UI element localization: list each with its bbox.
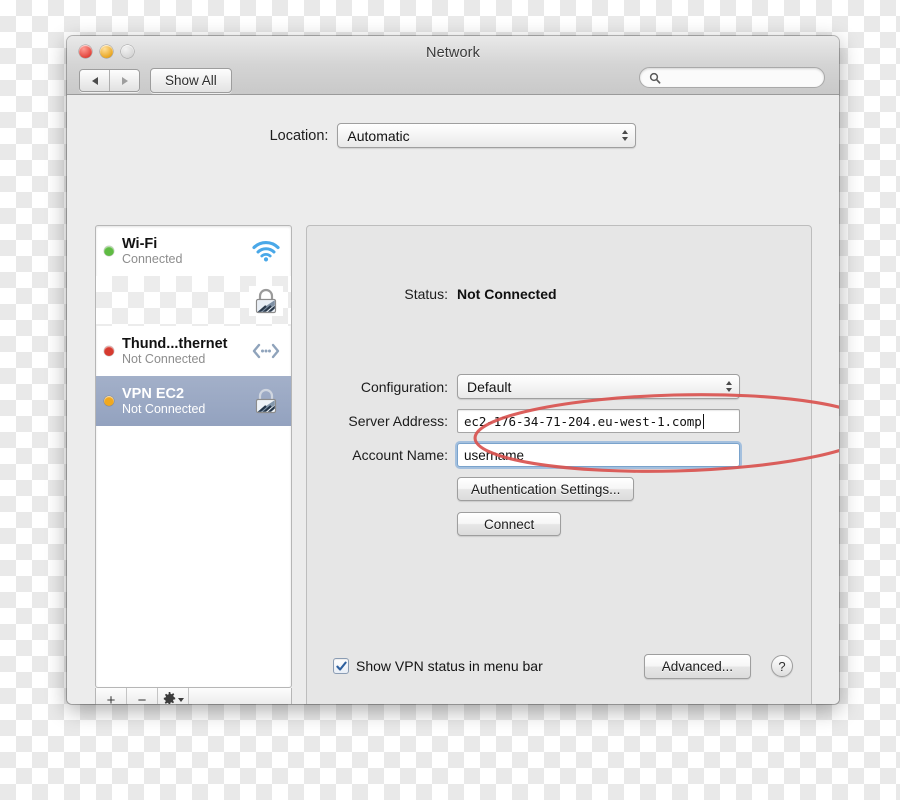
network-services-list[interactable]: Wi-Fi Connected Thund...thernet Not Conn… bbox=[95, 225, 292, 688]
server-address-row: Server Address: ec2-176-34-71-204.eu-wes… bbox=[307, 409, 740, 433]
forward-button[interactable] bbox=[109, 70, 139, 91]
lock-icon bbox=[249, 386, 283, 416]
vpn-detail-panel: Status: Not Connected Configuration: Def… bbox=[306, 225, 812, 704]
server-address-value: ec2-176-34-71-204.eu-west-1.comp bbox=[464, 413, 702, 429]
list-item-vpn-ec2[interactable]: VPN EC2 Not Connected bbox=[96, 376, 291, 426]
window-body: Location: Automatic Wi-Fi Connected Thun… bbox=[67, 95, 839, 704]
list-item-thunderbolt-ethernet[interactable]: Thund...thernet Not Connected bbox=[96, 326, 291, 376]
status-value: Not Connected bbox=[457, 286, 557, 302]
server-address-input[interactable]: ec2-176-34-71-204.eu-west-1.comp bbox=[457, 409, 740, 433]
account-name-label: Account Name: bbox=[352, 447, 448, 463]
status-row: Status: Not Connected bbox=[307, 286, 557, 302]
stepper-arrows-icon bbox=[622, 124, 629, 147]
list-item-redacted[interactable] bbox=[96, 276, 291, 326]
text-caret bbox=[702, 413, 704, 429]
list-item-name: VPN EC2 bbox=[122, 385, 185, 402]
location-select-value: Automatic bbox=[347, 127, 410, 144]
remove-service-button[interactable]: − bbox=[127, 688, 158, 704]
window-title: Network bbox=[426, 45, 480, 61]
auth-settings-row: Authentication Settings... bbox=[457, 477, 635, 501]
configuration-row: Configuration: Default bbox=[307, 374, 740, 399]
configuration-select[interactable]: Default bbox=[457, 374, 740, 399]
stepper-arrows-icon bbox=[726, 375, 732, 398]
show-vpn-status-label: Show VPN status in menu bar bbox=[356, 658, 543, 674]
back-button[interactable] bbox=[80, 70, 109, 91]
list-item-status: Connected bbox=[122, 251, 183, 266]
location-label: Location: bbox=[269, 127, 329, 144]
connect-button[interactable]: Connect bbox=[457, 512, 562, 536]
location-select[interactable]: Automatic bbox=[337, 123, 637, 148]
chevron-right-icon bbox=[121, 76, 128, 85]
toolbar-filler bbox=[189, 688, 291, 704]
configuration-select-value: Default bbox=[467, 378, 512, 395]
list-item-status: Not Connected bbox=[122, 401, 206, 416]
window-titlebar: Network Show All bbox=[67, 36, 839, 95]
account-name-value: username bbox=[464, 447, 525, 463]
search-field[interactable] bbox=[639, 67, 825, 88]
network-preferences-window: Network Show All Location: Automatic Wi-… bbox=[67, 36, 839, 704]
chevron-left-icon bbox=[91, 76, 98, 85]
show-all-button[interactable]: Show All bbox=[150, 68, 232, 93]
lock-icon bbox=[249, 286, 283, 316]
search-input[interactable] bbox=[666, 69, 810, 86]
help-button[interactable]: ? bbox=[771, 655, 793, 677]
status-label: Status: bbox=[404, 286, 448, 302]
status-dot-red bbox=[104, 346, 114, 356]
gear-icon bbox=[163, 691, 176, 704]
show-vpn-status-row[interactable]: Show VPN status in menu bar bbox=[333, 658, 543, 674]
add-service-button[interactable]: + bbox=[96, 688, 127, 704]
list-item-wifi[interactable]: Wi-Fi Connected bbox=[96, 226, 291, 276]
list-item-name: Thund...thernet bbox=[122, 335, 228, 352]
list-item-name: Wi-Fi bbox=[122, 235, 158, 252]
navigation-segmented-control bbox=[79, 69, 140, 92]
account-name-row: Account Name: username bbox=[307, 443, 740, 467]
account-name-input[interactable]: username bbox=[457, 443, 740, 467]
connect-row: Connect bbox=[457, 512, 562, 536]
list-item-status: Not Connected bbox=[122, 351, 206, 366]
show-vpn-status-checkbox[interactable] bbox=[333, 658, 349, 674]
help-row: ? bbox=[771, 655, 793, 677]
authentication-settings-button[interactable]: Authentication Settings... bbox=[457, 477, 635, 501]
wifi-icon bbox=[249, 240, 283, 262]
search-icon bbox=[649, 72, 661, 84]
action-gear-button[interactable] bbox=[158, 688, 189, 704]
status-dot-green bbox=[104, 246, 114, 256]
status-dot-amber bbox=[104, 396, 114, 406]
chevron-down-icon bbox=[177, 698, 184, 702]
checkmark-icon bbox=[335, 661, 347, 671]
advanced-row: Advanced... bbox=[643, 654, 751, 679]
services-list-toolbar: + − bbox=[95, 688, 292, 704]
server-address-label: Server Address: bbox=[348, 413, 448, 429]
location-row: Location: Automatic bbox=[67, 123, 839, 148]
configuration-label: Configuration: bbox=[360, 378, 448, 395]
ethernet-icon bbox=[249, 341, 283, 361]
advanced-button[interactable]: Advanced... bbox=[643, 654, 751, 679]
